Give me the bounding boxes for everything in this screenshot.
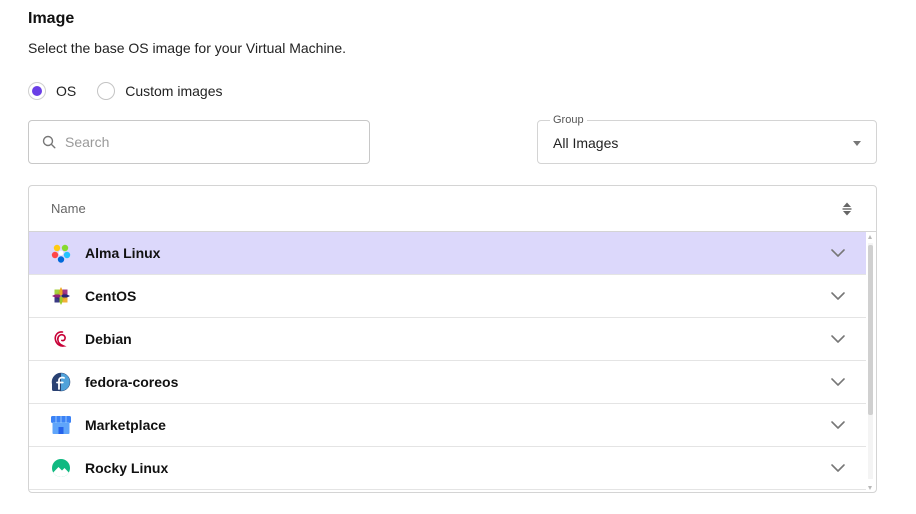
scrollbar-thumb[interactable] [868,245,873,415]
section-title: Image [28,10,75,27]
image-source-radio-group: OS Custom images [28,81,244,101]
radio-custom-images-indicator[interactable] [97,82,116,100]
radio-os-label: OS [56,83,77,99]
chevron-down-icon[interactable] [830,419,846,431]
radio-custom-images[interactable]: Custom images [97,82,223,100]
table-row-rocky-linux[interactable]: Rocky Linux [29,447,866,490]
table-header: Name [29,186,876,232]
radio-os[interactable]: OS [28,82,76,100]
os-image-table: Name Alma Linux CentOS Debian fedora-cor… [28,185,877,493]
table-row-alma-linux[interactable]: Alma Linux [29,232,866,275]
group-select-label: Group [550,114,587,126]
radio-os-indicator[interactable] [28,82,46,100]
debian-logo-icon [54,331,67,347]
fedora-logo-icon [51,372,71,392]
scroll-up-arrow-icon[interactable] [868,235,872,239]
table-scrollbar[interactable] [866,233,875,492]
chevron-down-icon[interactable] [830,247,846,259]
sort-icon[interactable] [841,201,853,217]
row-label: Debian [85,331,132,347]
centos-logo-icon [52,287,70,305]
marketplace-store-icon [51,416,71,434]
row-label: fedora-coreos [85,374,179,390]
scroll-down-arrow-icon[interactable] [868,486,872,490]
rocky-linux-logo-icon [52,459,70,477]
chevron-down-icon[interactable] [830,333,846,345]
search-box[interactable] [28,120,370,164]
table-body: Alma Linux CentOS Debian fedora-coreos M… [29,232,876,490]
chevron-down-icon[interactable] [830,376,846,388]
search-input[interactable] [65,134,345,150]
section-subtitle: Select the base OS image for your Virtua… [28,40,347,56]
search-icon [42,135,56,149]
chevron-down-icon[interactable] [830,290,846,302]
radio-custom-images-label: Custom images [125,83,223,99]
column-header-name: Name [51,201,86,216]
table-row-centos[interactable]: CentOS [29,275,866,318]
row-label: Marketplace [85,417,166,433]
table-row-marketplace[interactable]: Marketplace [29,404,866,447]
row-label: CentOS [85,288,137,304]
table-row-debian[interactable]: Debian [29,318,866,361]
row-label: Alma Linux [85,245,161,261]
group-select[interactable]: Group All Images [537,114,877,164]
table-row-fedora-coreos[interactable]: fedora-coreos [29,361,866,404]
alma-linux-logo-icon [51,244,71,263]
chevron-down-icon[interactable] [830,462,846,474]
caret-down-icon [853,141,861,146]
row-label: Rocky Linux [85,460,169,476]
group-select-value: All Images [553,135,619,151]
